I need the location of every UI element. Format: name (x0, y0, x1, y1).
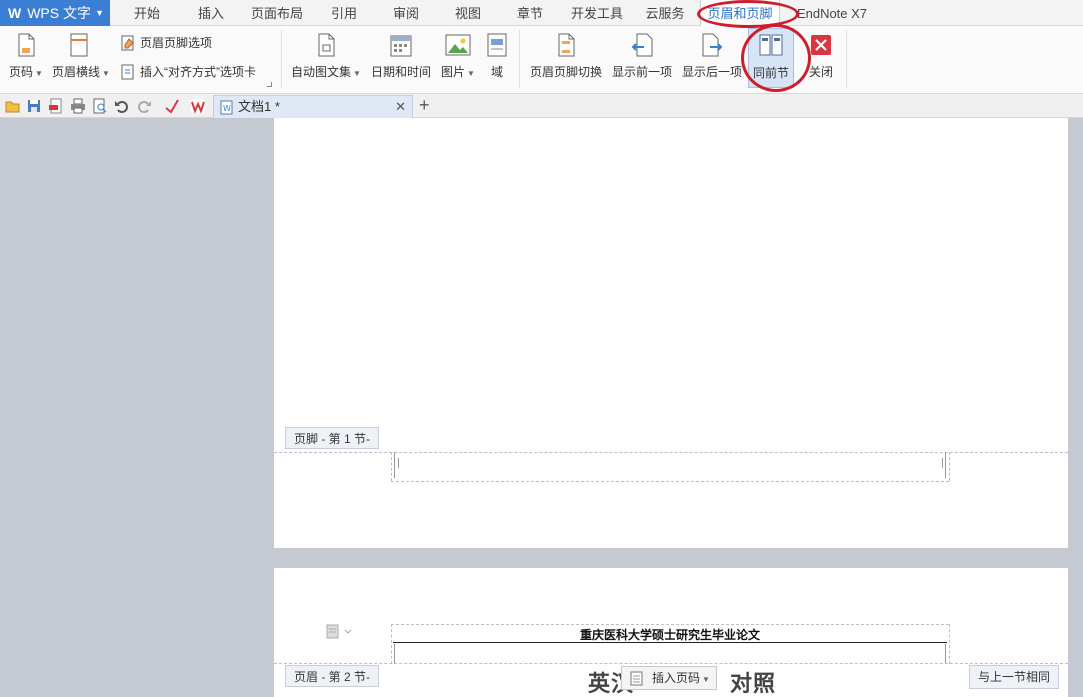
wps-app-icon[interactable] (190, 98, 206, 114)
tab-page-layout[interactable]: 页面布局 (246, 0, 308, 26)
format-painter-icon[interactable] (164, 98, 180, 114)
dropdown-arrow-icon: ▼ (702, 675, 710, 684)
picture-icon (445, 34, 471, 56)
header-footer-options-button[interactable]: 页眉页脚选项 (120, 34, 212, 51)
annotation-circle-tab (697, 0, 799, 28)
page-number-icon (18, 33, 35, 57)
print-icon[interactable] (70, 98, 86, 114)
tab-cloud[interactable]: 云服务 (640, 0, 690, 26)
undo-icon[interactable] (114, 98, 130, 114)
new-tab-plus-icon[interactable]: + (419, 94, 430, 116)
header-footer-switch-button[interactable]: 页眉页脚切换 (528, 32, 604, 80)
chevron-down-icon: ▼ (95, 8, 104, 18)
page-number-button[interactable]: 页码 ▼ (6, 32, 46, 80)
header-line-button[interactable]: 页眉横线 ▼ (52, 32, 110, 80)
insert-tab-icon (121, 64, 134, 79)
picture-button[interactable]: 图片 ▼ (438, 32, 478, 80)
footer-area-bottom-line (391, 481, 949, 482)
show-previous-label: 显示前一项 (611, 65, 672, 79)
margin-corner-mark (391, 458, 399, 468)
tab-review[interactable]: 审阅 (382, 0, 430, 26)
header-line-label: 页眉横线 (52, 65, 101, 79)
tab-insert[interactable]: 插入 (186, 0, 236, 26)
header-section-label: 页眉 - 第 2 节- (285, 665, 380, 687)
ribbon-separator (281, 30, 282, 88)
menu-bar: W WPS 文字 ▼ 开始 插入 页面布局 引用 审阅 视图 章节 开发工具 云服… (0, 0, 1083, 26)
header-underline (393, 642, 947, 643)
header-area-right-line (949, 624, 950, 664)
header-text[interactable]: 重庆医科大学硕士研究生毕业论文 (391, 626, 949, 643)
annotation-circle-button (741, 24, 811, 92)
options-icon (121, 35, 134, 50)
dropdown-arrow-icon: ▼ (353, 69, 361, 78)
header-boundary-line (274, 663, 1068, 664)
wps-logo-icon: W (8, 5, 22, 21)
dropdown-arrow-icon: ▼ (467, 69, 475, 78)
footer-text-boundary (394, 452, 395, 478)
show-next-label: 显示后一项 (681, 65, 742, 79)
app-menu-button[interactable]: W WPS 文字 ▼ (0, 0, 110, 26)
tab-view[interactable]: 视图 (444, 0, 492, 26)
svg-text:W: W (223, 104, 231, 113)
page-icon (630, 671, 643, 686)
redo-icon[interactable] (136, 98, 152, 114)
arrow-right-page-icon (702, 33, 723, 57)
tab-developer[interactable]: 开发工具 (566, 0, 628, 26)
export-pdf-icon[interactable] (48, 98, 64, 114)
document-tab[interactable]: W 文档1 * ✕ (213, 95, 413, 118)
dropdown-arrow-icon: ▼ (35, 69, 43, 78)
body-heading-end: 对照 (730, 671, 777, 696)
document-tab-title: 文档1 * (238, 99, 280, 114)
date-time-label: 日期和时间 (370, 65, 431, 79)
tab-home[interactable]: 开始 (122, 0, 172, 26)
same-as-previous-section-button[interactable]: 与上一节相同 (969, 665, 1060, 689)
calendar-icon (390, 35, 412, 57)
ribbon-separator (846, 30, 847, 88)
insert-page-number-button[interactable]: 插入页码 ▼ (621, 666, 717, 690)
dialog-launcher-icon[interactable] (267, 82, 272, 87)
margin-corner-mark (942, 458, 950, 468)
footer-section-label: 页脚 - 第 1 节- (285, 427, 380, 449)
auto-graphic-text-label: 自动图文集 (291, 65, 352, 79)
field-label: 域 (490, 65, 503, 79)
auto-graphic-text-button[interactable]: 自动图文集 ▼ (290, 32, 362, 80)
save-icon[interactable] (26, 98, 42, 114)
field-icon (487, 33, 507, 57)
ribbon-separator (519, 30, 520, 88)
quick-access-bar: W 文档1 * ✕ + (0, 94, 1083, 118)
auto-text-icon (318, 33, 335, 57)
show-next-button[interactable]: 显示后一项 (680, 32, 744, 80)
insert-page-number-label: 插入页码 (652, 671, 701, 685)
app-name: WPS 文字 (27, 5, 91, 21)
insert-align-tab-label: 插入“对齐方式”选项卡 (140, 65, 256, 79)
date-time-button[interactable]: 日期和时间 (370, 32, 432, 80)
close-tab-icon[interactable]: ✕ (395, 96, 406, 118)
page-number-label: 页码 (9, 65, 34, 79)
tab-references[interactable]: 引用 (320, 0, 368, 26)
ribbon-toolbar: 页码 ▼ 页眉横线 ▼ 页眉页脚选项 插入“对齐方式”选项卡 自动图文集 ▼ 日… (0, 26, 1083, 94)
header-footer-options-label: 页眉页脚选项 (140, 36, 213, 50)
insert-align-tab-button[interactable]: 插入“对齐方式”选项卡 (120, 63, 256, 80)
picture-label: 图片 (441, 65, 466, 79)
header-area-top-line (391, 624, 949, 625)
print-preview-icon[interactable] (92, 98, 108, 114)
document-page-1 (274, 118, 1068, 548)
header-text-boundary (394, 644, 395, 664)
header-text-boundary (945, 644, 946, 664)
switch-icon (558, 33, 575, 57)
dropdown-arrow-icon: ▼ (102, 69, 110, 78)
header-line-icon (70, 33, 88, 57)
tab-endnote[interactable]: EndNote X7 (790, 0, 874, 26)
page-number-dropdown-icon[interactable] (326, 624, 354, 640)
tab-section[interactable]: 章节 (506, 0, 554, 26)
header-footer-switch-label: 页眉页脚切换 (529, 65, 602, 79)
close-icon (811, 35, 831, 55)
open-folder-icon[interactable] (5, 98, 21, 114)
document-icon: W (220, 100, 233, 115)
arrow-left-page-icon (631, 33, 653, 57)
field-button[interactable]: 域 (484, 32, 510, 80)
footer-text-boundary (945, 452, 946, 478)
show-previous-button[interactable]: 显示前一项 (610, 32, 674, 80)
